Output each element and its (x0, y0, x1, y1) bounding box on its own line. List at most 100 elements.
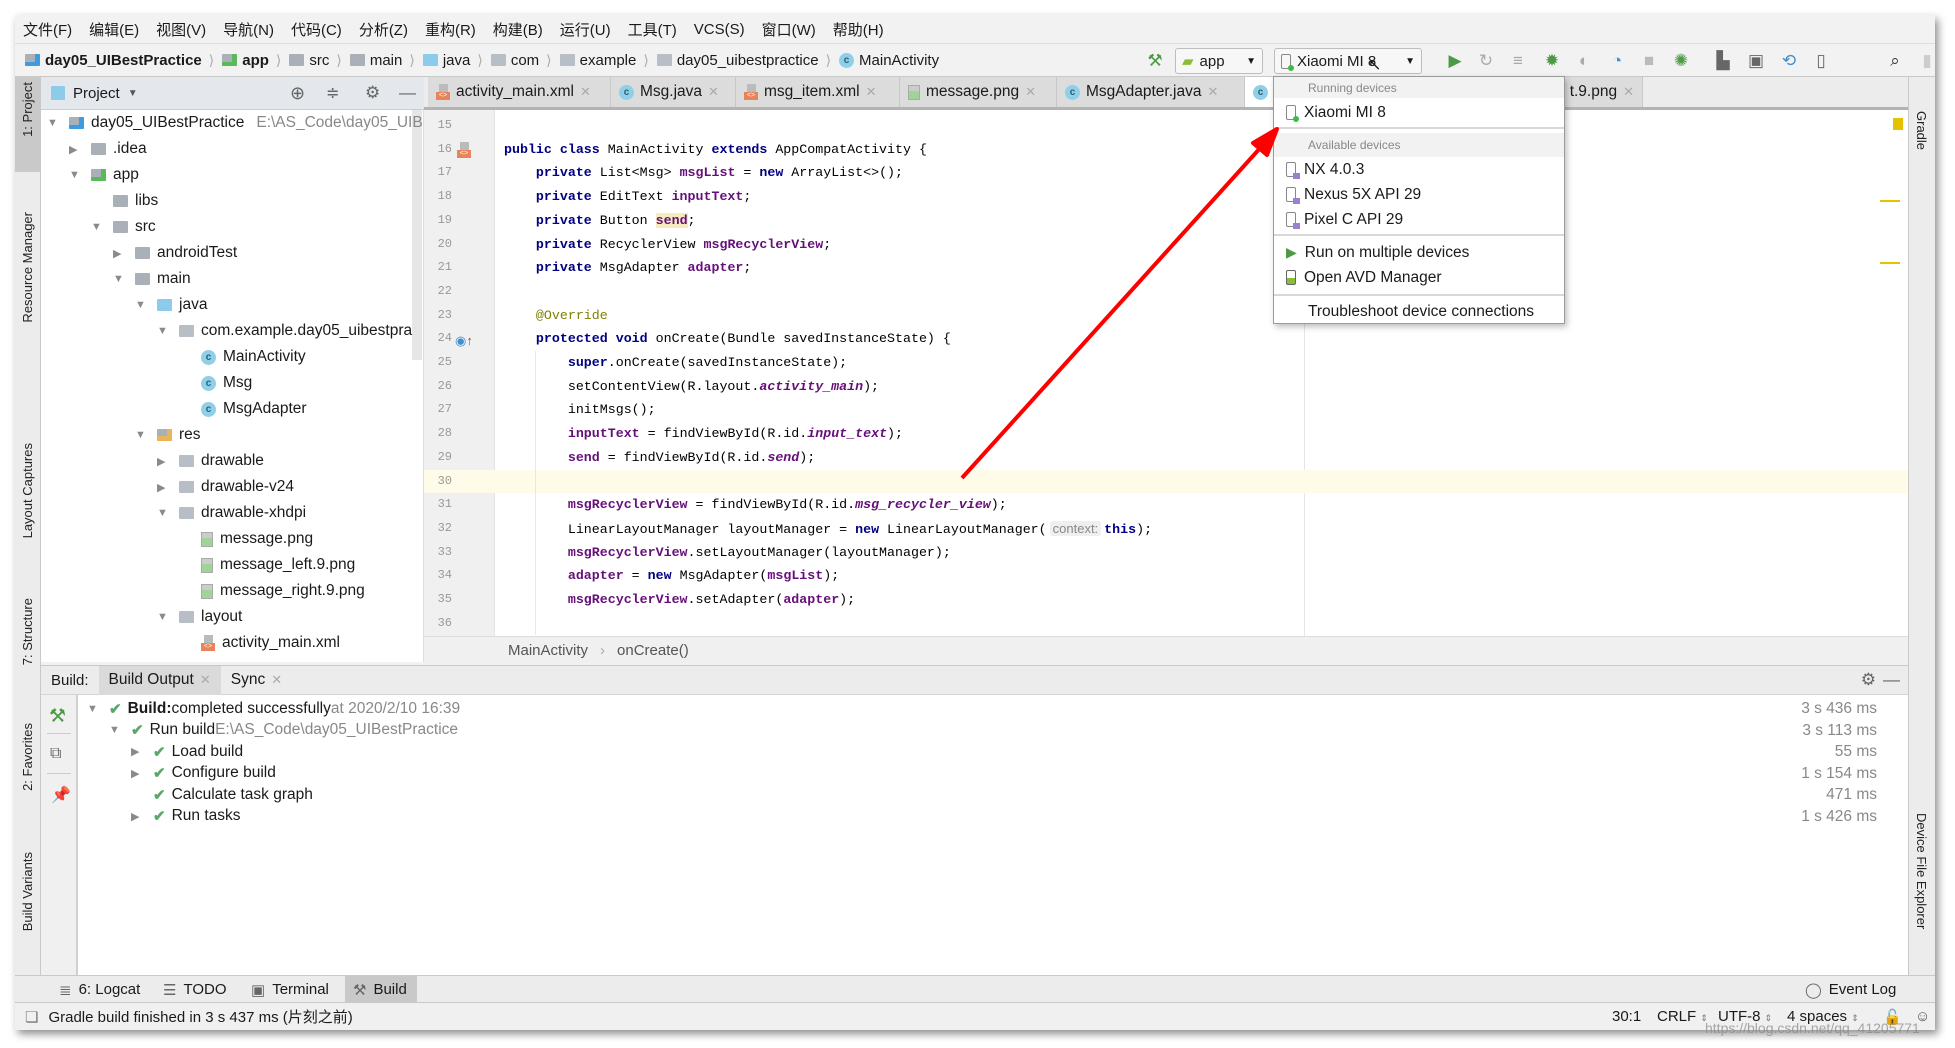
avd-manager-icon[interactable]: ▣ (1745, 50, 1767, 72)
tab-todo[interactable]: ☰ TODO (155, 976, 235, 1003)
locate-icon[interactable]: ⊕ (290, 83, 305, 104)
breadcrumb-item[interactable]: java ⟩ (422, 52, 487, 69)
expanded-arrow-icon[interactable]: ▼ (135, 429, 149, 441)
code-line[interactable]: private List<Msg> msgList = new ArrayLis… (504, 161, 903, 185)
collapsed-arrow-icon[interactable]: ▶ (69, 143, 83, 156)
sdk-manager-icon[interactable]: ⟲ (1778, 50, 1800, 72)
chevron-down-icon[interactable]: ▼ (128, 88, 138, 99)
stripe-button[interactable]: 7: Structure (20, 598, 35, 665)
breadcrumb-item[interactable]: src ⟩ (289, 52, 345, 69)
gear-icon[interactable]: ⚙ (365, 83, 380, 103)
code-line[interactable]: msgRecyclerView.setLayoutManager(layoutM… (504, 541, 951, 565)
tree-item[interactable]: libs (91, 188, 158, 214)
code-line[interactable]: inputText = findViewById(R.id.input_text… (504, 422, 903, 446)
event-log-button[interactable]: ◯ Event Log (1797, 976, 1904, 1003)
editor-tab[interactable]: c Msg.java ✕ (611, 77, 736, 107)
close-icon[interactable]: ✕ (580, 84, 591, 100)
code-line[interactable]: @Override (504, 304, 608, 328)
device-item-nx[interactable]: NX 4.0.3 (1274, 157, 1564, 182)
close-icon[interactable]: ✕ (1025, 84, 1036, 100)
device-item-nexus-5x[interactable]: Nexus 5X API 29 (1274, 182, 1564, 207)
code-line[interactable]: private Button send; (504, 209, 696, 233)
expanded-arrow-icon[interactable]: ▼ (47, 117, 61, 129)
close-icon[interactable]: ✕ (271, 672, 282, 688)
menu-item[interactable]: VCS(S) (694, 21, 745, 38)
layout-inspector-icon[interactable]: ▙ (1712, 50, 1734, 72)
profile-icon[interactable]: ◐ (1573, 50, 1595, 72)
tree-item[interactable]: c MsgAdapter (179, 396, 307, 422)
tree-item[interactable]: message_right.9.png (179, 578, 365, 604)
apply-changes-icon[interactable]: ↻ (1475, 50, 1497, 72)
device-item-xiaomi-mi-8[interactable]: Xiaomi MI 8 (1274, 100, 1564, 125)
menu-item[interactable]: 运行(U) (560, 19, 611, 40)
breadcrumb-item[interactable]: app ⟩ (222, 52, 285, 69)
tree-item[interactable]: ▼ res (135, 422, 201, 448)
tab-terminal[interactable]: ▣ Terminal (243, 976, 337, 1003)
code-line[interactable]: send = findViewById(R.id.send); (504, 446, 815, 470)
close-icon[interactable]: ✕ (1207, 84, 1218, 100)
expanded-arrow-icon[interactable]: ▼ (91, 221, 105, 233)
collapsed-arrow-icon[interactable]: ▶ (131, 767, 145, 780)
build-tree-item[interactable]: ▼ ✔ Run build E:\AS_Code\day05_UIBestPract… (109, 720, 458, 742)
minimize-icon[interactable]: — (399, 83, 416, 103)
tree-item[interactable]: ▼ main (113, 266, 191, 292)
crumb-class[interactable]: MainActivity (508, 642, 588, 659)
run-icon[interactable]: ▶ (1444, 50, 1466, 72)
menu-item[interactable]: 分析(Z) (359, 19, 408, 40)
tab-build-output[interactable]: Build Output ✕ (98, 665, 221, 695)
apply-code-changes-icon[interactable]: ≡ (1507, 50, 1529, 72)
breadcrumb-item[interactable]: main ⟩ (349, 52, 419, 69)
build-tree-item[interactable]: ▶ ✔ Load build (131, 741, 243, 763)
menu-item[interactable]: 编辑(E) (89, 19, 139, 40)
menu-item[interactable]: 构建(B) (493, 19, 543, 40)
tab-build[interactable]: ⚒ Build (345, 976, 417, 1003)
expanded-arrow-icon[interactable]: ▼ (135, 299, 149, 311)
stripe-button[interactable]: Resource Manager (20, 212, 35, 323)
project-view-select[interactable]: Project (73, 85, 120, 102)
code-line[interactable]: adapter = new MsgAdapter(msgList); (504, 564, 839, 588)
code-line[interactable]: protected void onCreate(Bundle savedInst… (504, 327, 951, 351)
breadcrumb-item[interactable]: day05_UIBestPractice ⟩ (25, 52, 218, 69)
editor-tab[interactable]: msg_item.xml ✕ (736, 77, 900, 107)
tree-item[interactable]: ▶ drawable (157, 448, 264, 474)
editor-tab[interactable]: c MsgAdapter.java ✕ (1057, 77, 1245, 107)
open-avd-manager-item[interactable]: Open AVD Manager (1274, 265, 1564, 290)
layout-xml-gutter-icon[interactable] (457, 142, 473, 162)
expanded-arrow-icon[interactable]: ▼ (157, 507, 171, 519)
stripe-button[interactable]: Device File Explorer (1914, 813, 1929, 929)
tree-item[interactable]: ▼ day05_UIBestPractice E:\AS_Code\day05_UI… (47, 110, 423, 136)
code-line[interactable]: initMsgs(); (504, 398, 656, 422)
tree-item[interactable]: message_left.9.png (179, 552, 355, 578)
gear-icon[interactable]: ⚙ (1861, 670, 1876, 690)
tab-logcat[interactable]: ≣ 6: Logcat (51, 976, 148, 1003)
tree-item[interactable]: c Msg (179, 370, 252, 396)
stripe-button[interactable]: Gradle (1914, 111, 1929, 150)
override-gutter-icon[interactable]: ◉↑ (455, 333, 473, 349)
debug-icon[interactable]: ✹ (1541, 50, 1563, 72)
breadcrumb-item[interactable]: com ⟩ (490, 52, 556, 69)
status-message[interactable]: Gradle build finished in 3 s 437 ms (片刻之… (48, 1006, 352, 1027)
menu-item[interactable]: 重构(R) (425, 19, 476, 40)
device-select[interactable]: Xiaomi MI 8 ▼ (1274, 48, 1422, 74)
expanded-arrow-icon[interactable]: ▼ (109, 724, 123, 736)
code-line[interactable]: private EditText inputText; (504, 185, 751, 209)
code-line[interactable]: LinearLayoutManager layoutManager = new … (504, 517, 1152, 541)
editor-tab[interactable]: activity_main.xml ✕ (428, 77, 611, 107)
build-tree-item[interactable]: ▶ ✔ Run tasks (131, 806, 241, 828)
tree-item[interactable]: ▼ layout (157, 604, 242, 630)
stripe-button[interactable]: Layout Captures (20, 443, 35, 538)
run-config-select[interactable]: ▰ app ▼ (1175, 48, 1263, 74)
collapsed-arrow-icon[interactable]: ▶ (113, 247, 127, 260)
expanded-arrow-icon[interactable]: ▼ (157, 325, 171, 337)
tree-item[interactable]: ▼ java (135, 292, 207, 318)
expanded-arrow-icon[interactable]: ▼ (113, 273, 127, 285)
tab-sync[interactable]: Sync ✕ (221, 666, 292, 695)
breadcrumb-item[interactable]: example ⟩ (559, 52, 653, 69)
caret-position[interactable]: 30:1 (1612, 1008, 1641, 1025)
tree-item[interactable]: ▼ drawable-xhdpi (157, 500, 306, 526)
code-line[interactable]: private RecyclerView msgRecyclerView; (504, 233, 831, 257)
crumb-method[interactable]: onCreate() (617, 642, 689, 659)
menu-item[interactable]: 文件(F) (23, 19, 72, 40)
breadcrumb-item[interactable]: day05_uibestpractice ⟩ (656, 52, 835, 69)
tree-item[interactable]: ▼ app (69, 162, 139, 188)
